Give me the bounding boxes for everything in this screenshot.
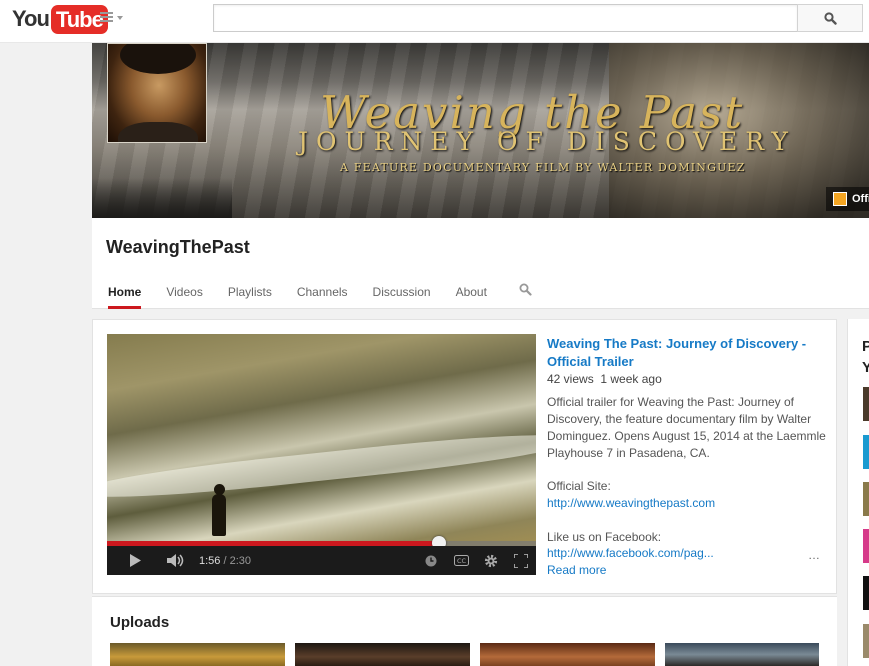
watch-later-button[interactable] xyxy=(423,546,439,575)
tab-discussion[interactable]: Discussion xyxy=(373,278,431,309)
banner-link-text: Official Site xyxy=(852,193,869,205)
official-site-link[interactable]: http://www.weavingthepast.com xyxy=(547,496,715,510)
sidebar-thumbnail[interactable] xyxy=(863,624,869,658)
tab-playlists[interactable]: Playlists xyxy=(228,278,272,309)
logo-you-text: You xyxy=(12,6,50,31)
search-icon xyxy=(519,283,532,296)
sidebar-thumbnail[interactable] xyxy=(863,529,869,563)
site-favicon-icon xyxy=(833,192,847,206)
svg-text:CC: CC xyxy=(456,557,466,565)
upload-thumbnail[interactable] xyxy=(295,643,470,666)
captions-button[interactable]: CC xyxy=(451,546,471,575)
view-count: 42 views xyxy=(547,372,594,386)
facebook-link[interactable]: http://www.facebook.com/pag... xyxy=(547,546,714,560)
tab-videos[interactable]: Videos xyxy=(166,278,202,309)
description-ellipsis: … xyxy=(808,548,820,562)
upload-thumbnail[interactable] xyxy=(110,643,285,666)
settings-button[interactable] xyxy=(481,546,501,575)
gear-icon xyxy=(484,554,498,567)
official-site-label: Official Site: xyxy=(547,479,611,493)
guide-menu-icon[interactable] xyxy=(100,11,126,25)
featured-video-title[interactable]: Weaving The Past: Journey of Discovery -… xyxy=(547,335,827,371)
volume-icon xyxy=(167,554,184,567)
tab-channels[interactable]: Channels xyxy=(297,278,348,309)
channel-avatar[interactable] xyxy=(107,43,207,143)
search-button[interactable] xyxy=(797,4,863,32)
volume-button[interactable] xyxy=(163,546,189,575)
video-player[interactable] xyxy=(107,334,536,575)
sidebar-thumbnail[interactable] xyxy=(863,482,869,516)
channel-title[interactable]: WeavingThePast xyxy=(106,237,250,258)
tab-about[interactable]: About xyxy=(456,278,487,309)
search-icon xyxy=(823,11,837,25)
upload-age: 1 week ago xyxy=(600,372,662,386)
sidebar-thumbnail[interactable] xyxy=(863,435,869,469)
youtube-logo[interactable]: You Tube xyxy=(12,4,108,34)
banner-official-site-link[interactable]: Official Site xyxy=(826,187,869,211)
video-meta: 42 views 1 week ago xyxy=(547,372,662,386)
channel-tabs: Home Videos Playlists Channels Discussio… xyxy=(108,278,512,309)
uploads-heading[interactable]: Uploads xyxy=(110,614,169,631)
masthead: You Tube xyxy=(0,0,869,43)
video-description: Official trailer for Weaving the Past: J… xyxy=(547,395,826,460)
clock-icon xyxy=(425,555,437,566)
sidebar-thumbnail[interactable] xyxy=(863,387,869,421)
facebook-label: Like us on Facebook: xyxy=(547,530,662,544)
play-icon xyxy=(130,554,141,567)
time-display: 1:56 / 2:30 xyxy=(199,555,251,567)
duration: / 2:30 xyxy=(223,555,252,567)
tab-home[interactable]: Home xyxy=(108,278,142,309)
play-button[interactable] xyxy=(123,546,147,575)
banner-subtitle: JOURNEY OF DISCOVERY xyxy=(298,127,796,156)
sidebar-thumbnail[interactable] xyxy=(863,576,869,610)
player-controls: 1:56 / 2:30 CC xyxy=(107,546,536,575)
captions-icon: CC xyxy=(453,555,469,566)
current-time: 1:56 xyxy=(199,555,221,567)
upload-thumbnail[interactable] xyxy=(665,643,819,666)
channel-header: WeavingThePast Home Videos Playlists Cha… xyxy=(92,218,869,309)
read-more-link[interactable]: Read more xyxy=(547,563,606,577)
sidebar-heading: P Y xyxy=(862,336,869,378)
search-input[interactable] xyxy=(213,4,798,32)
banner-tagline: A FEATURE DOCUMENTARY FILM BY WALTER DOM… xyxy=(340,161,746,174)
channel-search-button[interactable] xyxy=(519,283,532,299)
fullscreen-icon xyxy=(514,553,528,568)
upload-thumbnail[interactable] xyxy=(480,643,655,666)
right-sidebar: P Y xyxy=(847,319,869,666)
fullscreen-button[interactable] xyxy=(511,546,531,575)
